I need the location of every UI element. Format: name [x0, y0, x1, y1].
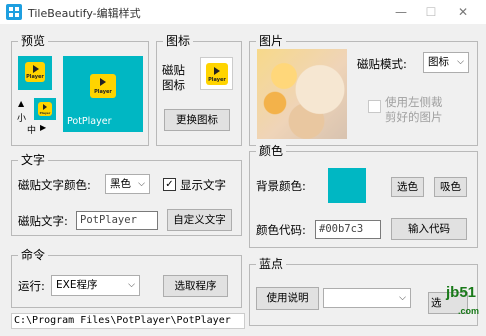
small-size-label: 小 — [17, 114, 27, 124]
arrow-up-icon: ▲ — [18, 99, 25, 108]
tile-mode-select[interactable]: 图标 ⌵ — [423, 52, 469, 73]
window-title: TileBeautify-编辑样式 — [28, 7, 141, 20]
program-path-field: C:\Program Files\PotPlayer\PotPlayer — [11, 313, 245, 329]
preview-group: 预览 Player ▲ 小 Player 中 ▶ Player PotPlaye… — [11, 33, 149, 146]
image-group-label: 图片 — [256, 33, 287, 49]
color-group: 颜色 背景颜色: 选色 吸色 颜色代码: #00b7c3 输入代码 — [249, 143, 478, 248]
show-text-checkbox[interactable]: ✓ — [163, 178, 176, 191]
color-group-label: 颜色 — [256, 143, 287, 159]
tile-background-image[interactable] — [257, 49, 347, 139]
custom-text-button[interactable]: 自定义文字 — [167, 209, 232, 231]
blue-dot-group: 蓝点 使用说明 ⌵ 选 — [249, 256, 478, 326]
potplayer-icon: Player — [206, 63, 228, 85]
use-cropped-line2: 剪好的图片 — [385, 110, 443, 124]
medium-size-label: 中 — [27, 126, 37, 136]
arrow-right-icon: ▶ — [40, 123, 47, 132]
command-group: 命令 运行: EXE程序 ⌵ 选取程序 — [11, 247, 242, 308]
large-tile-preview[interactable]: Player PotPlayer — [63, 56, 143, 132]
color-code-label: 颜色代码: — [256, 223, 306, 237]
icon-preview-box[interactable]: Player — [200, 57, 233, 90]
use-cropped-line1: 使用左侧裁 — [385, 95, 443, 109]
text-group: 文字 磁贴文字颜色: 黑色 ⌵ ✓ 显示文字 磁贴文字: PotPlayer 自定… — [11, 152, 242, 236]
tile-text-field[interactable]: PotPlayer — [76, 211, 158, 230]
icon-group-label: 图标 — [163, 33, 194, 49]
potplayer-large-icon: Player — [90, 74, 116, 98]
app-icon — [6, 4, 22, 20]
tile-icon-label-line2: 图标 — [162, 78, 185, 92]
help-button[interactable]: 使用说明 — [256, 287, 319, 310]
image-group: 图片 磁贴模式: 图标 ⌵ 使用左侧裁 剪好的图片 — [249, 33, 478, 146]
blue-dot-group-label: 蓝点 — [256, 256, 287, 272]
potplayer-small-icon: Player — [25, 62, 45, 82]
close-button[interactable]: ✕ — [440, 0, 486, 24]
command-group-label: 命令 — [18, 247, 49, 263]
input-code-button[interactable]: 输入代码 — [391, 218, 467, 240]
change-icon-button[interactable]: 更换图标 — [164, 109, 230, 131]
blue-dot-select[interactable]: ⌵ — [323, 288, 411, 308]
pick-program-button[interactable]: 选取程序 — [163, 275, 228, 297]
watermark-logo: jb51 .com — [446, 284, 480, 316]
small-tile-preview[interactable]: Player — [18, 56, 52, 90]
large-tile-name: PotPlayer — [67, 116, 112, 127]
potplayer-mini-icon: Player — [38, 102, 52, 116]
run-label: 运行: — [18, 279, 45, 293]
medium-tile-preview[interactable]: Player — [34, 98, 56, 120]
run-type-select[interactable]: EXE程序 ⌵ — [51, 275, 140, 296]
icon-group: 图标 磁贴 图标 Player 更换图标 — [156, 33, 242, 146]
pick-color-button[interactable]: 选色 — [391, 177, 424, 197]
tile-text-color-select[interactable]: 黑色 ⌵ — [105, 174, 150, 194]
tile-text-color-label: 磁贴文字颜色: — [18, 178, 91, 192]
preview-group-label: 预览 — [18, 33, 49, 49]
color-code-field[interactable]: #00b7c3 — [315, 220, 381, 239]
tile-icon-label-line1: 磁贴 — [162, 63, 185, 77]
show-text-label: 显示文字 — [180, 178, 226, 192]
eyedropper-button[interactable]: 吸色 — [434, 177, 467, 197]
text-group-label: 文字 — [18, 152, 49, 168]
color-swatch[interactable] — [328, 168, 366, 203]
tile-text-label: 磁贴文字: — [18, 214, 68, 228]
use-cropped-image-checkbox[interactable] — [368, 100, 381, 113]
bg-color-label: 背景颜色: — [256, 179, 306, 193]
tile-mode-label: 磁贴模式: — [357, 57, 407, 71]
title-bar: TileBeautify-编辑样式 — ☐ ✕ — [0, 0, 486, 24]
